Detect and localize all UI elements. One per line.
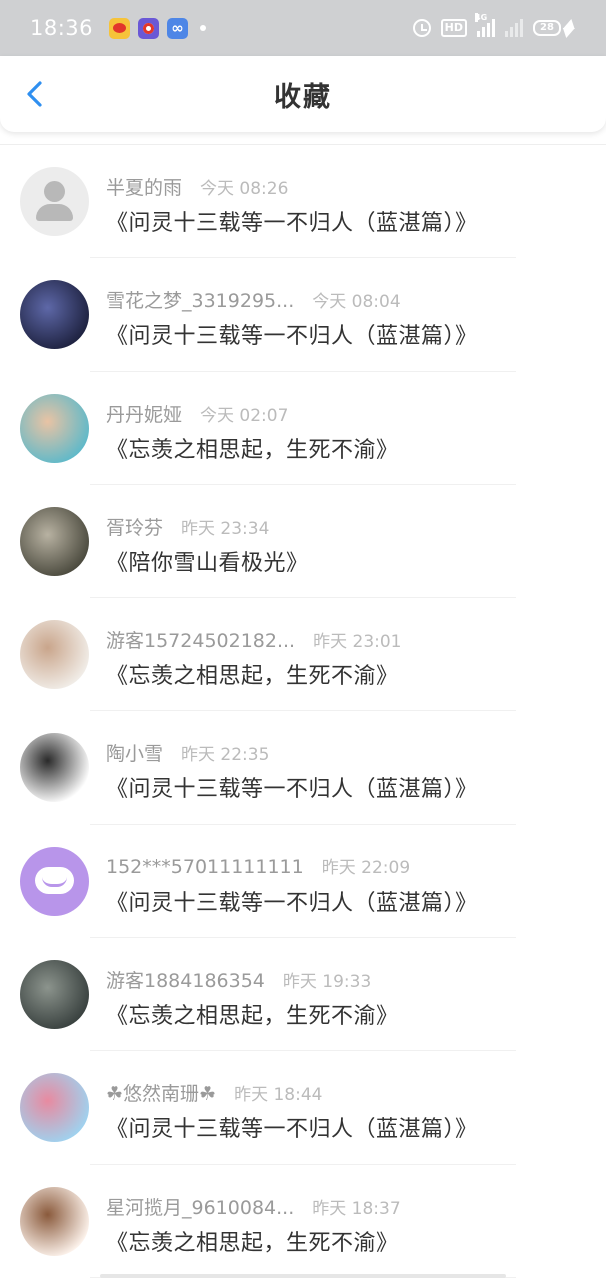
status-time: 18:36 [30, 16, 94, 40]
page-title: 收藏 [274, 81, 332, 113]
story-title[interactable]: 《问灵十三载等一不归人（蓝湛篇）》 [106, 771, 478, 803]
back-button[interactable] [20, 78, 52, 110]
scroll-indicator [100, 1274, 506, 1278]
list-item[interactable]: ☘悠然南珊☘ 昨天 18:44 《问灵十三载等一不归人（蓝湛篇）》 [0, 1051, 606, 1165]
timestamp: 昨天 22:35 [181, 745, 270, 766]
item-meta: ☘悠然南珊☘ 昨天 18:44 [106, 1079, 322, 1106]
avatar[interactable] [20, 506, 89, 576]
list-item[interactable]: 游客1884186354 昨天 19:33 《忘羡之相思起，生死不渝》 [0, 938, 606, 1052]
item-meta: 星河揽月_9610084... 昨天 18:37 [106, 1193, 401, 1220]
list-item[interactable]: 152***57011111111 昨天 22:09 《问灵十三载等一不归人（蓝湛篇… [0, 825, 606, 939]
status-bar: 18:36 ∞ HD 4G 28 [0, 0, 606, 56]
username[interactable]: 陶小雪 [106, 739, 163, 766]
avatar[interactable] [20, 280, 89, 350]
timestamp: 昨天 22:09 [321, 857, 411, 878]
signal-4g-icon: 4G [475, 13, 495, 37]
username[interactable]: ☘悠然南珊☘ [106, 1079, 216, 1106]
charging-bolt-icon [562, 19, 578, 29]
list-item[interactable]: 胥玲芬 昨天 23:34 《陪你雪山看极光》 [0, 485, 606, 599]
timestamp: 今天 08:26 [200, 179, 289, 199]
avatar[interactable] [20, 167, 89, 236]
username[interactable]: 星河揽月_9610084... [106, 1193, 294, 1220]
story-title[interactable]: 《陪你雪山看极光》 [106, 545, 309, 577]
network-label: 4G [475, 13, 488, 22]
battery-level: 28 [533, 20, 561, 36]
username[interactable]: 152***57011111111 [106, 856, 304, 878]
more-notifications-dot-icon [200, 25, 207, 31]
loop-icon: ∞ [167, 17, 189, 39]
item-meta: 丹丹妮娅 今天 02:07 [106, 400, 288, 427]
system-icons: HD 4G 28 [412, 13, 578, 37]
item-meta: 雪花之梦_3319295... 今天 08:04 [106, 286, 401, 313]
list-item[interactable]: 陶小雪 昨天 22:35 《问灵十三载等一不归人（蓝湛篇）》 [0, 711, 606, 825]
timestamp: 昨天 23:01 [313, 632, 402, 653]
username[interactable]: 半夏的雨 [106, 173, 182, 200]
item-meta: 陶小雪 昨天 22:35 [106, 739, 269, 766]
favorites-list: 半夏的雨 今天 08:26 《问灵十三载等一不归人（蓝湛篇）》 雪花之梦_331929… [0, 144, 606, 1278]
alarm-icon [412, 19, 431, 37]
timestamp: 昨天 23:34 [181, 518, 270, 539]
username[interactable]: 雪花之梦_3319295... [106, 286, 294, 313]
item-meta: 游客1884186354 昨天 19:33 [106, 966, 371, 993]
avatar[interactable] [20, 1073, 89, 1143]
list-item[interactable]: 丹丹妮娅 今天 02:07 《忘羡之相思起，生死不渝》 [0, 372, 606, 485]
hd-icon: HD [440, 19, 467, 37]
avatar[interactable] [20, 846, 89, 916]
item-meta: 半夏的雨 今天 08:26 [106, 173, 288, 200]
username[interactable]: 胥玲芬 [106, 513, 163, 540]
weibo-icon [109, 17, 131, 39]
timestamp: 昨天 19:33 [282, 972, 372, 993]
timestamp: 今天 02:07 [200, 405, 289, 426]
avatar[interactable] [20, 620, 89, 690]
avatar[interactable] [20, 733, 89, 803]
item-meta: 胥玲芬 昨天 23:34 [106, 513, 269, 540]
avatar[interactable] [20, 960, 89, 1030]
item-meta: 游客15724502182... 昨天 23:01 [106, 626, 402, 653]
chevron-left-icon [27, 81, 42, 107]
music-icon [138, 17, 160, 39]
timestamp: 今天 08:04 [312, 292, 401, 313]
list-item[interactable]: 游客15724502182... 昨天 23:01 《忘羡之相思起，生死不渝》 [0, 598, 606, 712]
item-meta: 152***57011111111 昨天 22:09 [106, 853, 410, 878]
story-title[interactable]: 《问灵十三载等一不归人（蓝湛篇）》 [106, 1111, 478, 1143]
story-title[interactable]: 《忘羡之相思起，生死不渝》 [106, 658, 399, 690]
timestamp: 昨天 18:44 [234, 1085, 323, 1106]
list-item[interactable]: 半夏的雨 今天 08:26 《问灵十三载等一不归人（蓝湛篇）》 [0, 145, 606, 259]
signal-secondary-icon [505, 19, 523, 37]
story-title[interactable]: 《问灵十三载等一不归人（蓝湛篇）》 [106, 318, 478, 350]
story-title[interactable]: 《忘羡之相思起，生死不渝》 [106, 998, 399, 1030]
battery-icon: 28 [533, 19, 578, 36]
story-title[interactable]: 《忘羡之相思起，生死不渝》 [106, 1225, 399, 1257]
username[interactable]: 游客15724502182... [106, 626, 295, 653]
avatar[interactable] [20, 1186, 89, 1256]
username[interactable]: 丹丹妮娅 [106, 400, 182, 427]
story-title[interactable]: 《忘羡之相思起，生死不渝》 [106, 432, 399, 464]
app-header: 收藏 [0, 56, 606, 132]
notification-icons: ∞ [109, 17, 207, 39]
list-item[interactable]: 雪花之梦_3319295... 今天 08:04 《问灵十三载等一不归人（蓝湛篇）》 [0, 258, 606, 372]
timestamp: 昨天 18:37 [312, 1198, 401, 1219]
story-title[interactable]: 《问灵十三载等一不归人（蓝湛篇）》 [106, 885, 478, 917]
avatar[interactable] [20, 393, 89, 463]
story-title[interactable]: 《问灵十三载等一不归人（蓝湛篇）》 [106, 205, 478, 237]
list-item[interactable]: 星河揽月_9610084... 昨天 18:37 《忘羡之相思起，生死不渝》 [0, 1165, 606, 1278]
username[interactable]: 游客1884186354 [106, 966, 265, 993]
